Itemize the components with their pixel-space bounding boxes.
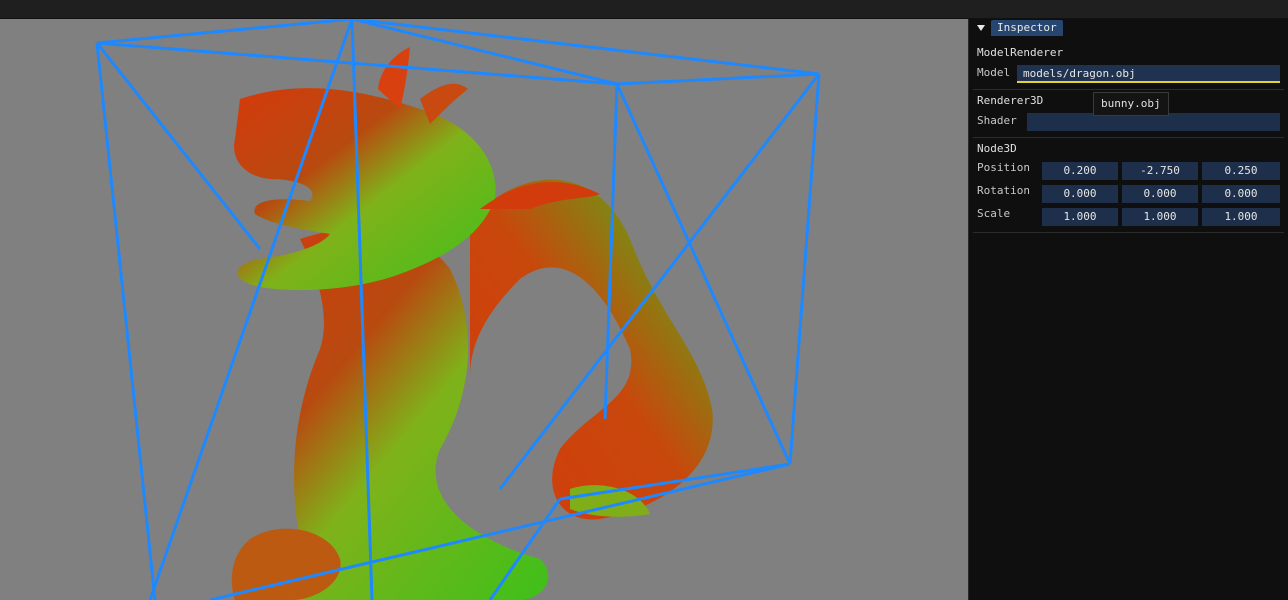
- inspector-panel: Inspector ModelRenderer Model models/dra…: [968, 19, 1288, 600]
- rotation-x-field[interactable]: 0.000: [1042, 185, 1118, 203]
- shader-label: Shader: [977, 114, 1017, 127]
- model-renderer-title: ModelRenderer: [977, 46, 1064, 59]
- dragon-model[interactable]: [231, 47, 713, 600]
- top-menu-bar: [0, 0, 1288, 19]
- rotation-y-field[interactable]: 0.000: [1122, 185, 1198, 203]
- scale-y-field[interactable]: 1.000: [1122, 208, 1198, 226]
- inspector-header: Inspector: [969, 19, 1288, 37]
- section-divider: [973, 232, 1284, 233]
- node3d-title: Node3D: [977, 142, 1017, 155]
- section-divider: [973, 137, 1284, 138]
- position-label: Position: [977, 161, 1030, 174]
- renderer3d-title: Renderer3D: [977, 94, 1044, 107]
- scene-canvas: [95, 19, 821, 600]
- model-label: Model: [977, 66, 1011, 79]
- position-x-field[interactable]: 0.200: [1042, 162, 1118, 180]
- position-z-field[interactable]: 0.250: [1202, 162, 1280, 180]
- model-suggestion-popup[interactable]: bunny.obj: [1093, 92, 1169, 116]
- rotation-label: Rotation: [977, 184, 1030, 197]
- scale-x-field[interactable]: 1.000: [1042, 208, 1118, 226]
- collapse-triangle-icon[interactable]: [975, 22, 987, 34]
- section-divider: [973, 89, 1284, 90]
- rotation-z-field[interactable]: 0.000: [1202, 185, 1280, 203]
- scene-viewport[interactable]: [0, 19, 968, 600]
- scale-label: Scale: [977, 207, 1011, 220]
- scale-z-field[interactable]: 1.000: [1202, 208, 1280, 226]
- position-y-field[interactable]: -2.750: [1122, 162, 1198, 180]
- model-path-input[interactable]: models/dragon.obj: [1017, 65, 1280, 83]
- inspector-title-tab[interactable]: Inspector: [991, 20, 1063, 36]
